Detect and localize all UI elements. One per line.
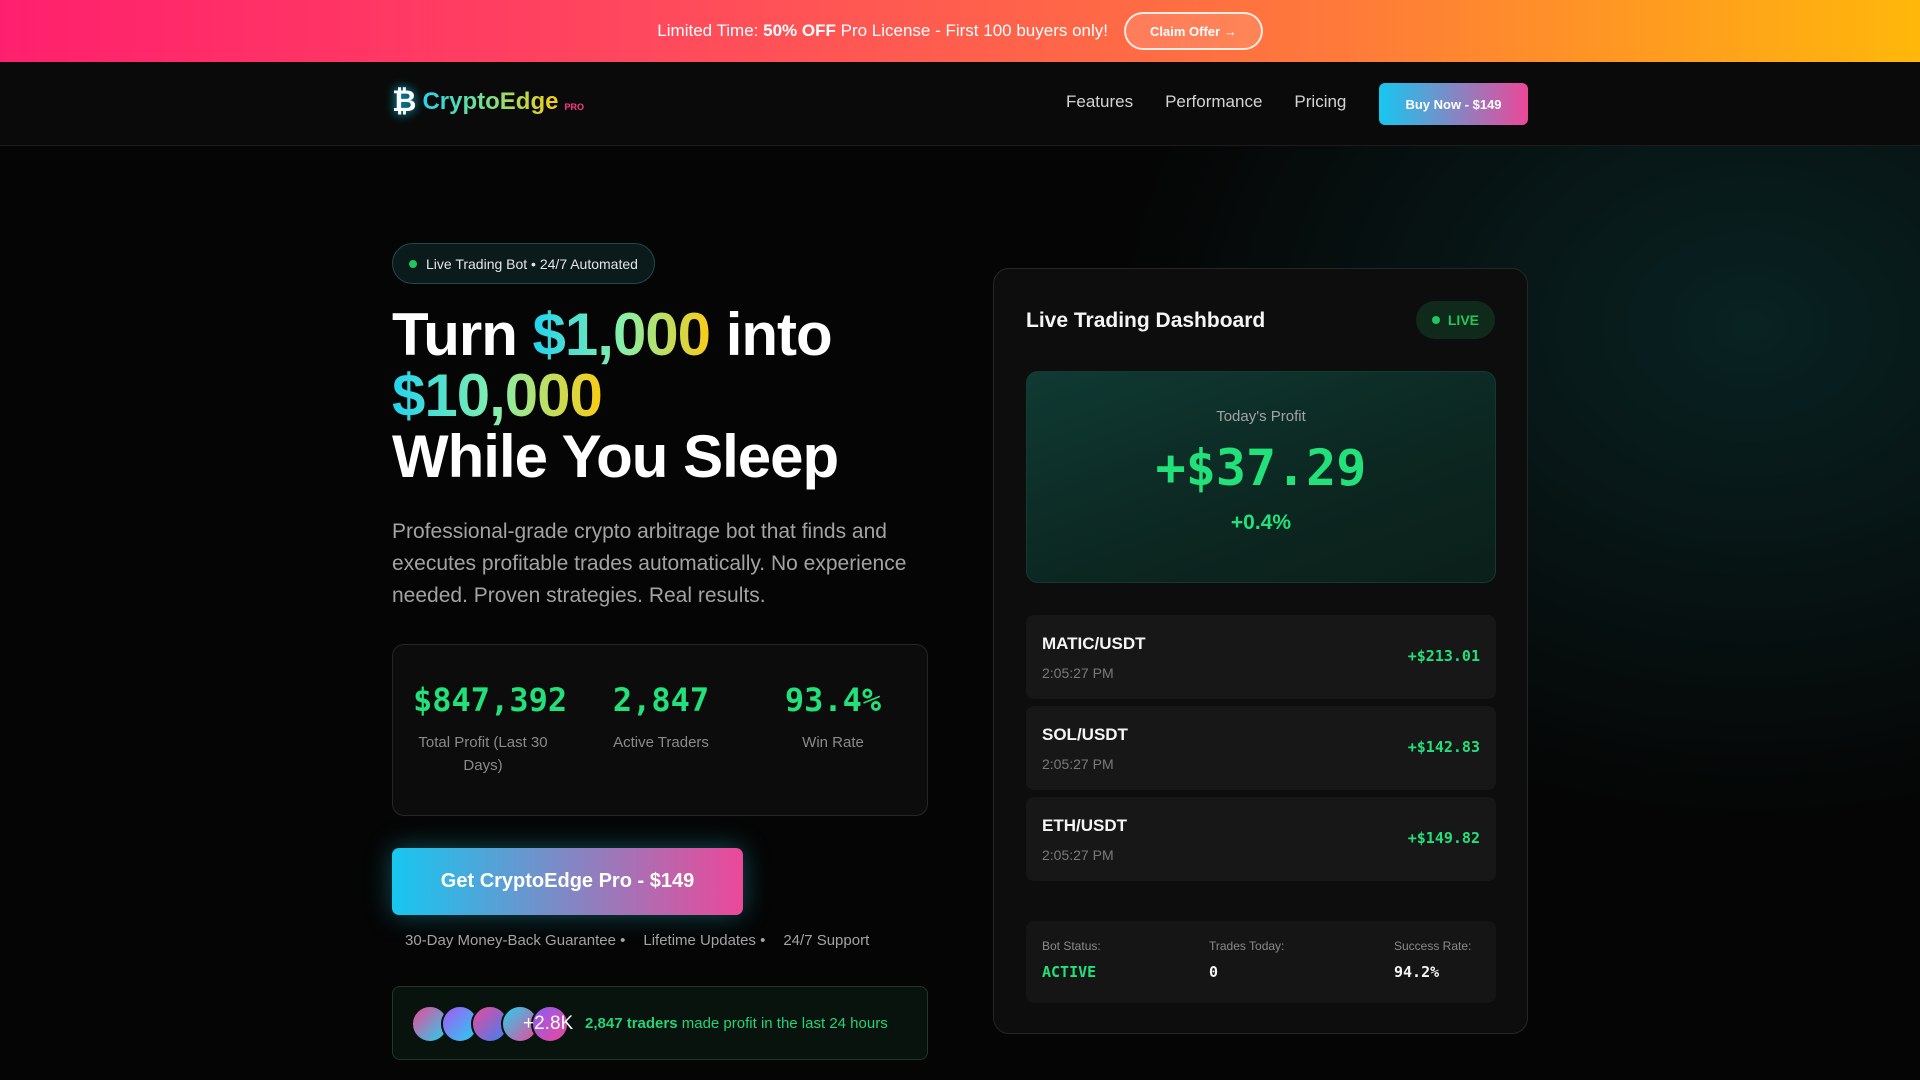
stat-win-rate: 93.4% Win Rate [763, 681, 903, 754]
trading-dashboard: Live Trading Dashboard LIVE Today's Prof… [993, 268, 1528, 1034]
social-text-rest: made profit in the last 24 hours [677, 1015, 888, 1032]
promo-rest: Pro License - First 100 buyers only! [840, 21, 1109, 40]
stat-label: Active Traders [613, 734, 709, 751]
logo-text: CryptoEdge [422, 87, 559, 115]
profit-percent: +0.4% [1230, 511, 1292, 534]
success-rate-value: 94.2% [1394, 963, 1440, 981]
nav-link-performance[interactable]: Performance [1165, 92, 1262, 112]
background-glow [0, 146, 1920, 1080]
trade-time: 2:05:27 PM [1042, 665, 1114, 681]
promo-text: Limited Time: 50% OFF Pro License - Firs… [657, 21, 1108, 41]
todays-profit-card: Today's Profit +$37.29 +0.4% [1026, 371, 1496, 583]
headline-into: into [710, 301, 833, 368]
live-badge-text: Live Trading Bot • 24/7 Automated [426, 255, 638, 272]
trade-amount: +$149.82 [1407, 829, 1480, 847]
headline-amount-end: $10,000 [392, 362, 603, 429]
trade-row: MATIC/USDT 2:05:27 PM +$213.01 [1026, 615, 1496, 699]
social-proof-text: 2,847 traders made profit in the last 24… [585, 1015, 888, 1032]
trades-today: Trades Today: 0 [1209, 939, 1284, 981]
dashboard-title: Live Trading Dashboard [1026, 309, 1266, 332]
live-status-badge: LIVE [1415, 301, 1495, 339]
guarantees: 30-Day Money-Back Guarantee • Lifetime U… [405, 932, 869, 949]
trade-row: SOL/USDT 2:05:27 PM +$142.83 [1026, 706, 1496, 790]
bot-status-label: Bot Status: [1042, 939, 1101, 953]
stat-value: 93.4% [784, 681, 882, 719]
social-count: 2,847 traders [585, 1015, 678, 1032]
bot-status-value: ACTIVE [1042, 963, 1097, 981]
promo-highlight: 50% OFF [763, 21, 836, 40]
guarantee-support: 24/7 Support [783, 932, 870, 949]
hero-subtext: Professional-grade crypto arbitrage bot … [392, 520, 907, 607]
trade-amount: +$213.01 [1407, 647, 1480, 665]
stat-label: Win Rate [802, 734, 864, 751]
success-rate-label: Success Rate: [1394, 939, 1472, 953]
headline-line-1: Turn $1,000 into [392, 304, 838, 365]
stat-total-profit: $847,392 Total Profit (Last 30 Days) [413, 681, 568, 777]
buy-now-button[interactable]: Buy Now - $149 [1379, 83, 1528, 125]
avatar-more-count: +2.8K [523, 1013, 574, 1034]
live-badge: Live Trading Bot • 24/7 Automated [392, 243, 655, 284]
headline-amount-start: $1,000 [532, 301, 712, 368]
success-rate: Success Rate: 94.2% [1394, 939, 1471, 981]
stat-value: $847,392 [413, 681, 568, 719]
social-proof: +2.8K 2,847 traders made profit in the l… [392, 986, 928, 1060]
logo[interactable]: ₿ CryptoEdge PRO [392, 84, 584, 119]
profit-label: Today's Profit [1216, 408, 1306, 425]
nav-link-features[interactable]: Features [1066, 92, 1133, 112]
nav-link-pricing[interactable]: Pricing [1294, 92, 1346, 112]
bot-status-bar: Bot Status: ACTIVE Trades Today: 0 Succe… [1026, 921, 1496, 1003]
stats-panel: $847,392 Total Profit (Last 30 Days) 2,8… [392, 644, 928, 816]
promo-banner: Limited Time: 50% OFF Pro License - Firs… [0, 0, 1920, 62]
get-pro-button[interactable]: Get CryptoEdge Pro - $149 [392, 848, 743, 915]
headline-line-3: While You Sleep [392, 423, 839, 490]
trades-today-label: Trades Today: [1209, 939, 1285, 953]
trade-pair: ETH/USDT [1042, 816, 1127, 835]
claim-offer-button[interactable]: Claim Offer → [1124, 12, 1263, 50]
live-dot-icon [1431, 316, 1440, 324]
promo-lead: Limited Time: [657, 21, 759, 40]
headline-line-2: $10,000 [392, 365, 838, 426]
trades-today-value: 0 [1209, 963, 1219, 981]
stat-label: Total Profit (Last 30 Days) [418, 734, 548, 774]
trade-pair: SOL/USDT [1042, 725, 1128, 744]
bitcoin-icon: ₿ [392, 84, 417, 119]
trade-time: 2:05:27 PM [1042, 847, 1114, 863]
stat-active-traders: 2,847 Active Traders [591, 681, 731, 754]
stat-value: 2,847 [612, 681, 710, 719]
trade-amount: +$142.83 [1407, 738, 1480, 756]
top-nav: ₿ CryptoEdge PRO Features Performance Pr… [0, 62, 1920, 146]
bot-status: Bot Status: ACTIVE [1042, 939, 1101, 981]
logo-pro-badge: PRO [564, 101, 584, 112]
headline-turn: Turn [392, 301, 533, 368]
trade-time: 2:05:27 PM [1042, 756, 1114, 772]
avatar-stack: +2.8K [411, 1005, 574, 1043]
live-text: LIVE [1447, 312, 1479, 328]
status-dot-icon [409, 259, 417, 268]
trade-pair: MATIC/USDT [1042, 634, 1146, 653]
trade-row: ETH/USDT 2:05:27 PM +$149.82 [1026, 797, 1496, 881]
guarantee-money-back: 30-Day Money-Back Guarantee • [405, 932, 626, 949]
nav-links: Features Performance Pricing [1066, 92, 1346, 112]
guarantee-lifetime-updates: Lifetime Updates • [643, 932, 766, 949]
profit-value: +$37.29 [1155, 439, 1367, 497]
hero-headline: Turn $1,000 into $10,000 While You Sleep [392, 304, 839, 490]
